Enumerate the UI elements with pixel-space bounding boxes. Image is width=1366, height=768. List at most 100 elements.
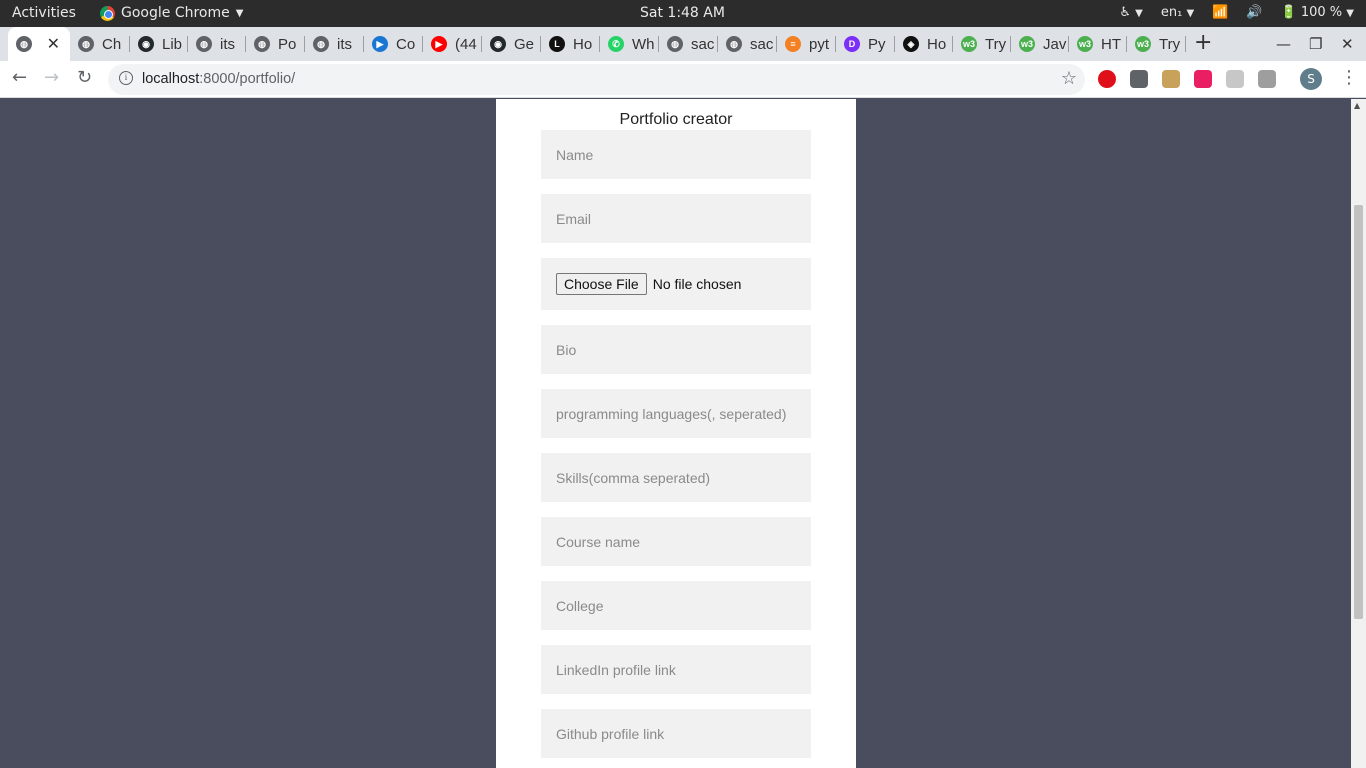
tab-label: HT	[1101, 35, 1121, 53]
tab-label: its	[337, 35, 352, 53]
tab-active[interactable]: ◍ ✕	[8, 27, 70, 61]
forward-arrow-icon[interactable]: →	[44, 67, 59, 88]
tab-label: Lib	[162, 35, 183, 53]
facebook-icon[interactable]	[1130, 70, 1148, 88]
browser-tab[interactable]: ◍ sac	[718, 27, 777, 61]
tab-divider	[1185, 36, 1186, 52]
menu-kebab-icon[interactable]: ⋮	[1340, 67, 1358, 88]
browser-tab[interactable]: ◍ sac	[659, 27, 718, 61]
wifi-icon[interactable]: 📶	[1212, 5, 1228, 20]
w3schools-icon: w3	[961, 36, 977, 52]
browser-tab[interactable]: ✆ Wh	[600, 27, 659, 61]
accessibility-icon[interactable]: ♿ ▼	[1119, 5, 1143, 20]
reload-icon[interactable]: ↻	[77, 67, 92, 88]
bookmark-star-icon[interactable]: ☆	[1061, 68, 1077, 89]
globe-icon: ◍	[313, 36, 329, 52]
github-input[interactable]	[541, 709, 811, 758]
browser-toolbar: ← → ↻ i localhost:8000/portfolio/ ☆ S ⋮	[0, 61, 1366, 98]
address-bar[interactable]: i localhost:8000/portfolio/ ☆	[108, 64, 1085, 95]
linkedin-input[interactable]	[541, 645, 811, 694]
chevron-down-icon: ▼	[235, 7, 244, 19]
browser-tab[interactable]: ◉ Ge	[482, 27, 541, 61]
browser-tab[interactable]: w3 Try	[953, 27, 1011, 61]
college-input[interactable]	[541, 581, 811, 630]
youtube-icon: ▶	[431, 36, 447, 52]
browser-tab[interactable]: ≡ pyt	[777, 27, 836, 61]
browser-tab[interactable]: ▶ (44	[423, 27, 482, 61]
minimize-icon[interactable]: —	[1276, 35, 1291, 53]
new-tab-button[interactable]: +	[1194, 30, 1212, 55]
globe-icon: ◍	[16, 36, 32, 52]
site-info-icon[interactable]: i	[119, 71, 133, 85]
app-menu[interactable]: Google Chrome ▼	[100, 5, 243, 21]
whatsapp-icon: ✆	[608, 36, 624, 52]
tab-label: Jav	[1043, 35, 1067, 53]
url-text[interactable]: localhost:8000/portfolio/	[142, 71, 295, 87]
browser-tab[interactable]: ◉ Lib	[130, 27, 188, 61]
browser-tab[interactable]: w3 HT	[1069, 27, 1127, 61]
browser-tab[interactable]: ▶ Co	[364, 27, 423, 61]
volume-icon[interactable]: 🔊	[1246, 5, 1262, 20]
opera-icon[interactable]	[1098, 70, 1116, 88]
activities-button[interactable]: Activities	[12, 5, 76, 21]
close-tab-icon[interactable]: ✕	[47, 34, 60, 54]
palette-icon[interactable]	[1162, 70, 1180, 88]
portfolio-form-card: Portfolio creator Choose File No file ch…	[496, 99, 856, 768]
scroll-up-arrow-icon[interactable]: ▲	[1354, 101, 1360, 110]
back-arrow-icon[interactable]: ←	[12, 67, 27, 88]
browser-tab[interactable]: w3 Jav	[1011, 27, 1069, 61]
browser-tab[interactable]: w3 Try	[1127, 27, 1186, 61]
globe-icon: ◍	[196, 36, 212, 52]
chrome-icon	[100, 5, 115, 21]
mouse-icon[interactable]	[1258, 70, 1276, 88]
browser-tab[interactable]: ◍ its	[188, 27, 246, 61]
browser-tab[interactable]: D Py	[836, 27, 895, 61]
tab-label: Try	[985, 35, 1007, 53]
file-upload-field: Choose File No file chosen	[541, 258, 811, 310]
browser-tab[interactable]: ◍ Po	[246, 27, 305, 61]
browser-tab[interactable]: L Ho	[541, 27, 600, 61]
tab-label: Ho	[927, 35, 947, 53]
browser-tab[interactable]: ◍ its	[305, 27, 364, 61]
codepen-icon: ◈	[903, 36, 919, 52]
tab-label: Po	[278, 35, 297, 53]
system-tray[interactable]: ♿ ▼ en₁ ▼ 📶 🔊 🔋 100 % ▼	[1119, 5, 1354, 20]
tab-label: its	[220, 35, 235, 53]
skills-input[interactable]	[541, 453, 811, 502]
w3schools-icon: w3	[1019, 36, 1035, 52]
browser-tab[interactable]: ◍ Ch	[70, 27, 130, 61]
scroll-thumb[interactable]	[1354, 205, 1363, 619]
bio-input[interactable]	[541, 325, 811, 374]
avatar[interactable]: S	[1300, 68, 1322, 90]
choose-file-button[interactable]: Choose File	[556, 273, 647, 295]
w3schools-icon: w3	[1077, 36, 1093, 52]
app-name: Google Chrome	[121, 5, 230, 21]
name-input[interactable]	[541, 130, 811, 179]
tab-label: Try	[1159, 35, 1181, 53]
file-status-text: No file chosen	[652, 276, 742, 292]
email-input[interactable]	[541, 194, 811, 243]
w3schools-icon: w3	[1135, 36, 1151, 52]
close-window-icon[interactable]: ✕	[1341, 35, 1354, 53]
github-icon: ◉	[138, 36, 154, 52]
tab-label: Co	[396, 35, 416, 53]
battery-indicator[interactable]: 🔋 100 % ▼	[1281, 5, 1354, 20]
globe-icon: ◍	[254, 36, 270, 52]
tab-label: Ch	[102, 35, 122, 53]
color-picker-icon[interactable]	[1194, 70, 1212, 88]
github-icon: ◉	[490, 36, 506, 52]
page-title: Portfolio creator	[619, 111, 733, 128]
letter-l-icon: L	[549, 36, 565, 52]
language-indicator[interactable]: en₁ ▼	[1161, 5, 1194, 20]
tab-strip: + — ❐ ✕ ◍ ✕ ◍ Ch ◉ Lib ◍ its ◍ Po ◍ its ▶ Co ▶ (44 ◉ Ge L H…	[0, 27, 1366, 61]
course-input[interactable]	[541, 517, 811, 566]
restore-icon[interactable]: ❐	[1309, 35, 1322, 53]
browser-tab[interactable]: ◈ Ho	[895, 27, 953, 61]
clock[interactable]: Sat 1:48 AM	[640, 5, 725, 21]
jetbrains-icon: D	[844, 36, 860, 52]
tab-label: Ho	[573, 35, 593, 53]
page-scrollbar[interactable]: ▲	[1351, 99, 1366, 768]
vector-icon[interactable]	[1226, 70, 1244, 88]
tab-label: sac	[750, 35, 774, 53]
languages-input[interactable]	[541, 389, 811, 438]
